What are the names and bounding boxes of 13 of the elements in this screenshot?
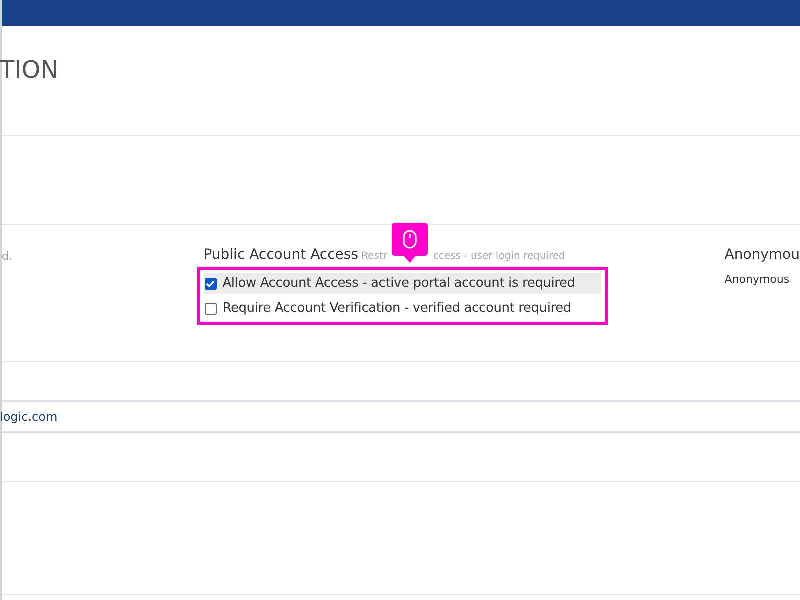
field-label: Anonymou [724,247,800,263]
description-text: d. [2,249,14,263]
checkbox-option[interactable]: Require Account Verification - verified account required [204,298,601,319]
page-heading: TION [0,56,59,84]
field-label: Public Account Access [204,247,358,263]
field-value: Anonymous [724,273,791,286]
checkbox[interactable] [204,302,217,314]
checkbox-option[interactable]: Allow Account Access - active portal account is required [204,273,601,294]
domain-text: logic.com [0,410,58,424]
checkbox[interactable] [204,278,217,290]
mouse-icon [392,223,428,263]
hint-text: Restr [362,251,388,262]
hint-text: ccess - user login required [433,251,566,262]
